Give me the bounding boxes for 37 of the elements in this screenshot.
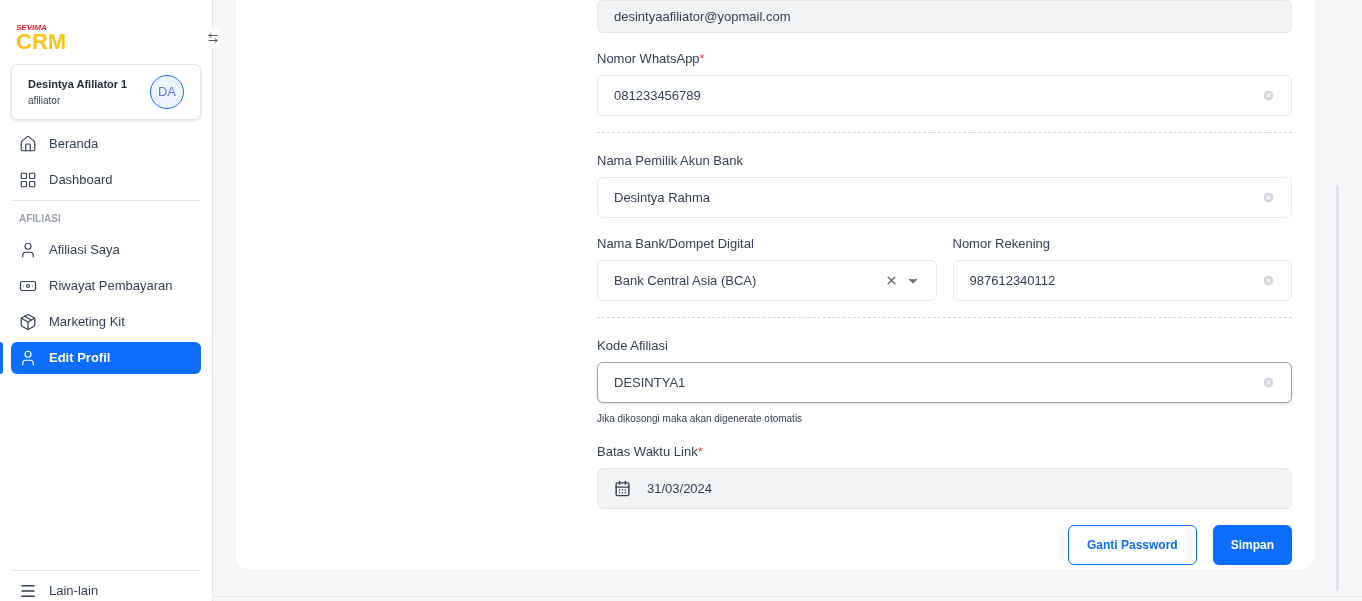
nav-item[interactable]: Beranda [11, 128, 201, 160]
field-label: Nomor Rekening [952, 236, 1051, 251]
required-mark: * [699, 51, 705, 66]
nav-item[interactable]: Edit Profil [11, 342, 201, 374]
avatar: DA [150, 75, 184, 109]
user-role: afiliator [28, 93, 62, 108]
nav-item[interactable]: Dashboard [11, 164, 201, 196]
save-button[interactable]: Simpan [1212, 525, 1292, 565]
change-password-button[interactable]: Ganti Password [1067, 525, 1197, 565]
logo: SEVIMA CRM [16, 24, 68, 53]
field-label: Kode Afiliasi [597, 338, 668, 353]
menu-icon [19, 582, 37, 600]
grid-icon [19, 171, 37, 189]
nav-item[interactable]: Afiliasi Saya [11, 234, 201, 266]
user-icon [19, 241, 37, 259]
required-mark: * [697, 444, 703, 459]
field-label: Nama Pemilik Akun Bank [597, 153, 743, 168]
field-label: Nama Bank/Dompet Digital [597, 236, 754, 251]
user-icon [19, 349, 37, 367]
section-heading: AFILIASI [18, 212, 62, 226]
input-field[interactable]: DESINTYA1 [597, 362, 1292, 403]
active-indicator [0, 342, 3, 374]
input-field[interactable]: 081233456789 [597, 75, 1292, 116]
nav-item[interactable]: Riwayat Pembayaran [11, 270, 201, 302]
field-hint: Jika dikosongi maka akan digenerate otomatis [597, 412, 804, 426]
field-label: Nomor WhatsApp [597, 51, 700, 66]
field-label: Batas Waktu Link [597, 444, 698, 459]
home-icon [19, 135, 37, 153]
input-field[interactable]: Desintya Rahma [597, 177, 1292, 218]
nav-item[interactable]: Lain-lain [11, 581, 107, 601]
user-name: Desintya Afiliator 1 [28, 77, 128, 93]
box-icon [19, 313, 37, 331]
calendar-icon [614, 480, 631, 497]
select-field[interactable]: Bank Central Asia (BCA) [597, 260, 937, 301]
clear-icon[interactable] [884, 274, 898, 287]
input-field[interactable]: 987612340112 [952, 260, 1292, 301]
nav-item[interactable]: Marketing Kit [11, 306, 201, 338]
